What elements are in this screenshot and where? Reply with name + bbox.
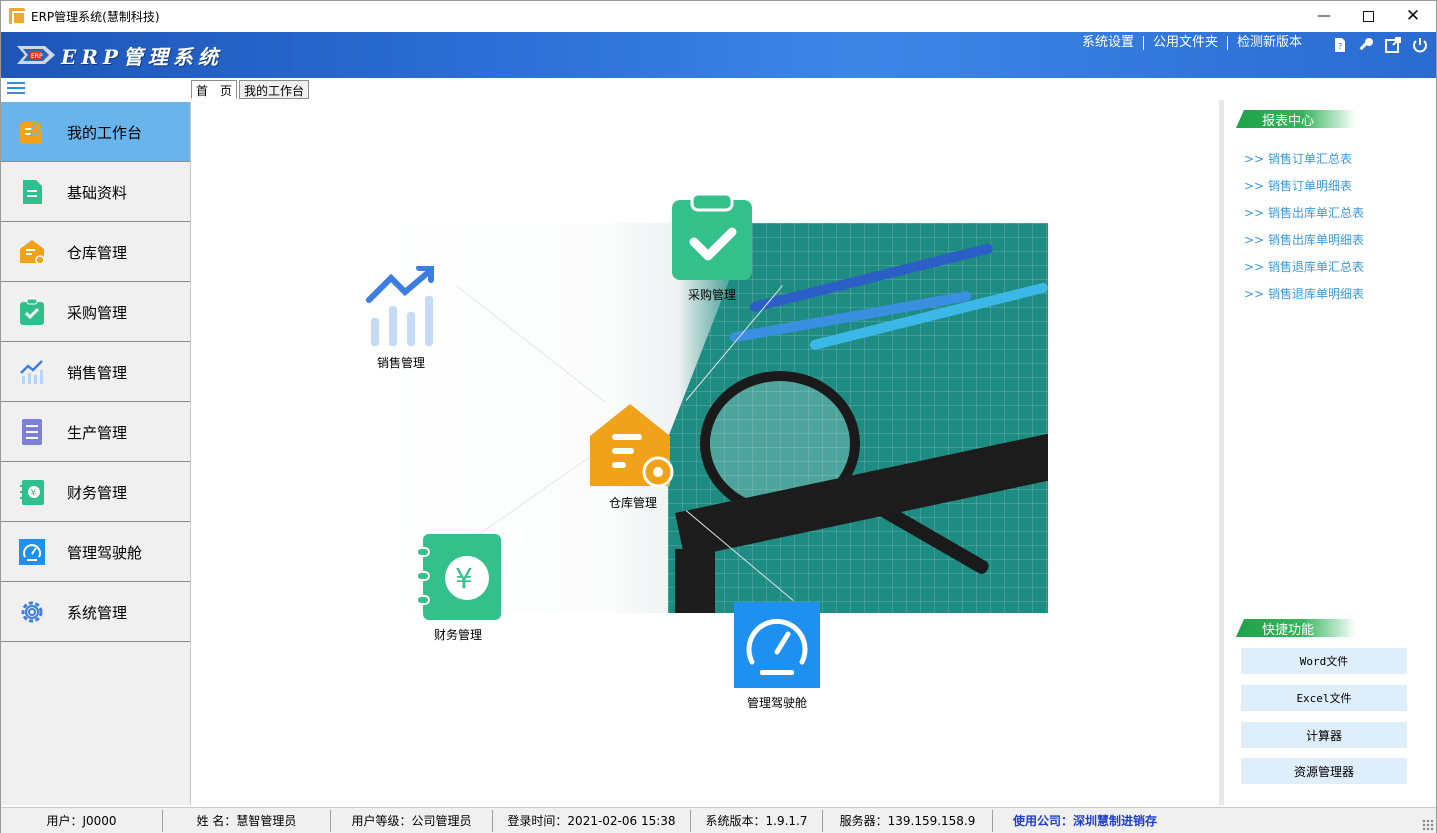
header-banner: ERP ERP管理系统 系统设置 公用文件夹 检测新版本 ? — [1, 32, 1436, 78]
warehouse-icon — [20, 240, 45, 265]
window-title: ERP管理系统(慧制科技) — [31, 10, 160, 24]
sidebar-item-label: 我的工作台 — [67, 124, 143, 142]
minimize-button[interactable]: — — [1301, 1, 1347, 31]
check-update-link[interactable]: 检测新版本 — [1226, 36, 1311, 50]
module-finance[interactable]: ¥ 财务管理 — [413, 532, 503, 643]
sidebar-item-production[interactable]: 生产管理 — [1, 402, 190, 462]
word-file-button[interactable]: Word文件 — [1241, 648, 1407, 674]
sidebar-item-basic-data[interactable]: 基础资料 — [1, 162, 190, 222]
sidebar-item-purchase[interactable]: 采购管理 — [1, 282, 190, 342]
report-link[interactable]: >> 销售订单明细表 — [1244, 173, 1364, 200]
erp-logo-icon: ERP — [17, 46, 55, 64]
sidebar-item-sales[interactable]: 销售管理 — [1, 342, 190, 402]
warehouse-icon — [590, 404, 674, 488]
close-button[interactable]: ✕ — [1390, 1, 1436, 31]
sales-chart-icon — [366, 265, 434, 346]
status-name: 姓 名：慧智管理员 — [163, 809, 331, 832]
production-list-icon — [22, 419, 42, 445]
status-user: 用户：J0000 — [1, 809, 163, 832]
resize-grip-icon[interactable] — [1422, 819, 1434, 831]
report-link[interactable]: >> 销售订单汇总表 — [1244, 146, 1364, 173]
module-sales[interactable]: 销售管理 — [365, 265, 437, 371]
sidebar-item-label: 销售管理 — [67, 364, 128, 382]
svg-text:?: ? — [1338, 42, 1342, 51]
document-icon — [23, 180, 42, 204]
key-icon[interactable] — [1357, 36, 1375, 54]
status-company: 使用公司：深圳慧制进销存 — [1013, 814, 1158, 828]
report-link[interactable]: >> 销售出库单汇总表 — [1244, 200, 1364, 227]
sidebar-item-cockpit[interactable]: 管理驾驶舱 — [1, 522, 190, 582]
maximize-button[interactable] — [1345, 1, 1391, 31]
report-center-title: 报表中心 — [1236, 110, 1356, 128]
app-window: ERP管理系统(慧制科技) — ✕ ERP ERP管理系统 系统设置 公用文件夹… — [0, 0, 1437, 833]
power-icon[interactable] — [1411, 36, 1429, 54]
module-warehouse[interactable]: 仓库管理 — [588, 402, 678, 511]
title-bar: ERP管理系统(慧制科技) — ✕ — [1, 1, 1436, 32]
clipboard-check-icon — [672, 192, 752, 280]
status-login-time: 登录时间：2021-02-06 15:38 — [493, 809, 691, 832]
menu-toggle-icon[interactable] — [7, 82, 25, 96]
sidebar: 我的工作台 基础资料 仓库管理 采购管理 销售管理 生产管理 ¥ 财务管理 管理… — [1, 102, 191, 805]
sidebar-item-label: 管理驾驶舱 — [67, 544, 143, 562]
module-label: 财务管理 — [433, 628, 482, 642]
svg-text:ERP: ERP — [31, 53, 43, 60]
home-dashboard: 销售管理 采购管理 仓库管理 ¥ 财务管理 管理驾驶舱 — [191, 100, 1217, 805]
module-label: 仓库管理 — [608, 496, 657, 510]
shared-folder-link[interactable]: 公用文件夹 — [1142, 36, 1227, 50]
sidebar-item-label: 采购管理 — [67, 304, 128, 322]
finance-book-icon: ¥ — [20, 480, 44, 505]
sidebar-item-workbench[interactable]: 我的工作台 — [1, 102, 190, 162]
app-icon — [9, 8, 26, 25]
module-label: 销售管理 — [376, 356, 425, 370]
tab-my-workbench[interactable]: 我的工作台 — [239, 80, 310, 99]
svg-text:¥: ¥ — [455, 562, 473, 595]
finance-book-icon: ¥ — [416, 534, 501, 620]
sidebar-item-warehouse[interactable]: 仓库管理 — [1, 222, 190, 282]
module-label: 采购管理 — [687, 288, 736, 302]
calculator-button[interactable]: 计算器 — [1241, 722, 1407, 748]
sidebar-item-system[interactable]: 系统管理 — [1, 582, 190, 642]
status-bar: 用户：J0000 姓 名：慧智管理员 用户等级：公司管理员 登录时间：2021-… — [1, 807, 1436, 833]
module-label: 管理驾驶舱 — [746, 696, 807, 710]
right-panel: 报表中心 >> 销售订单汇总表 >> 销售订单明细表 >> 销售出库单汇总表 >… — [1219, 100, 1436, 805]
module-cockpit[interactable]: 管理驾驶舱 — [730, 600, 824, 711]
report-link[interactable]: >> 销售退库单汇总表 — [1244, 254, 1364, 281]
tab-bar: 首 页 我的工作台 — [191, 80, 311, 100]
help-icon[interactable]: ? — [1331, 36, 1349, 54]
sidebar-item-finance[interactable]: ¥ 财务管理 — [1, 462, 190, 522]
report-link[interactable]: >> 销售出库单明细表 — [1244, 227, 1364, 254]
dashboard-gauge-icon — [19, 539, 45, 565]
status-server: 服务器：139.159.158.9 — [823, 809, 993, 832]
tab-home[interactable]: 首 页 — [191, 80, 238, 99]
clipboard-check-icon — [20, 298, 44, 325]
gear-icon — [21, 601, 43, 623]
excel-file-button[interactable]: Excel文件 — [1241, 685, 1407, 711]
resource-manager-button[interactable]: 资源管理器 — [1241, 758, 1407, 784]
sales-chart-icon — [20, 360, 43, 384]
sidebar-item-label: 财务管理 — [67, 484, 128, 502]
sidebar-item-label: 仓库管理 — [67, 244, 128, 262]
quick-functions-title: 快捷功能 — [1236, 619, 1356, 637]
status-version: 系统版本：1.9.1.7 — [691, 809, 823, 832]
sidebar-item-label: 系统管理 — [67, 604, 128, 622]
system-settings-link[interactable]: 系统设置 — [1073, 36, 1143, 50]
export-icon[interactable] — [1384, 36, 1402, 54]
workbench-icon — [20, 119, 45, 144]
brand-title: ERP管理系统 — [61, 45, 223, 69]
svg-text:¥: ¥ — [31, 489, 37, 499]
status-level: 用户等级：公司管理员 — [331, 809, 493, 832]
sidebar-item-label: 基础资料 — [67, 184, 128, 202]
report-link[interactable]: >> 销售退库单明细表 — [1244, 281, 1364, 308]
dashboard-gauge-icon — [734, 602, 820, 688]
report-list: >> 销售订单汇总表 >> 销售订单明细表 >> 销售出库单汇总表 >> 销售出… — [1244, 146, 1364, 308]
header-links: 系统设置 公用文件夹 检测新版本 — [1073, 36, 1311, 50]
module-purchase[interactable]: 采购管理 — [670, 192, 754, 303]
sidebar-item-label: 生产管理 — [67, 424, 128, 442]
